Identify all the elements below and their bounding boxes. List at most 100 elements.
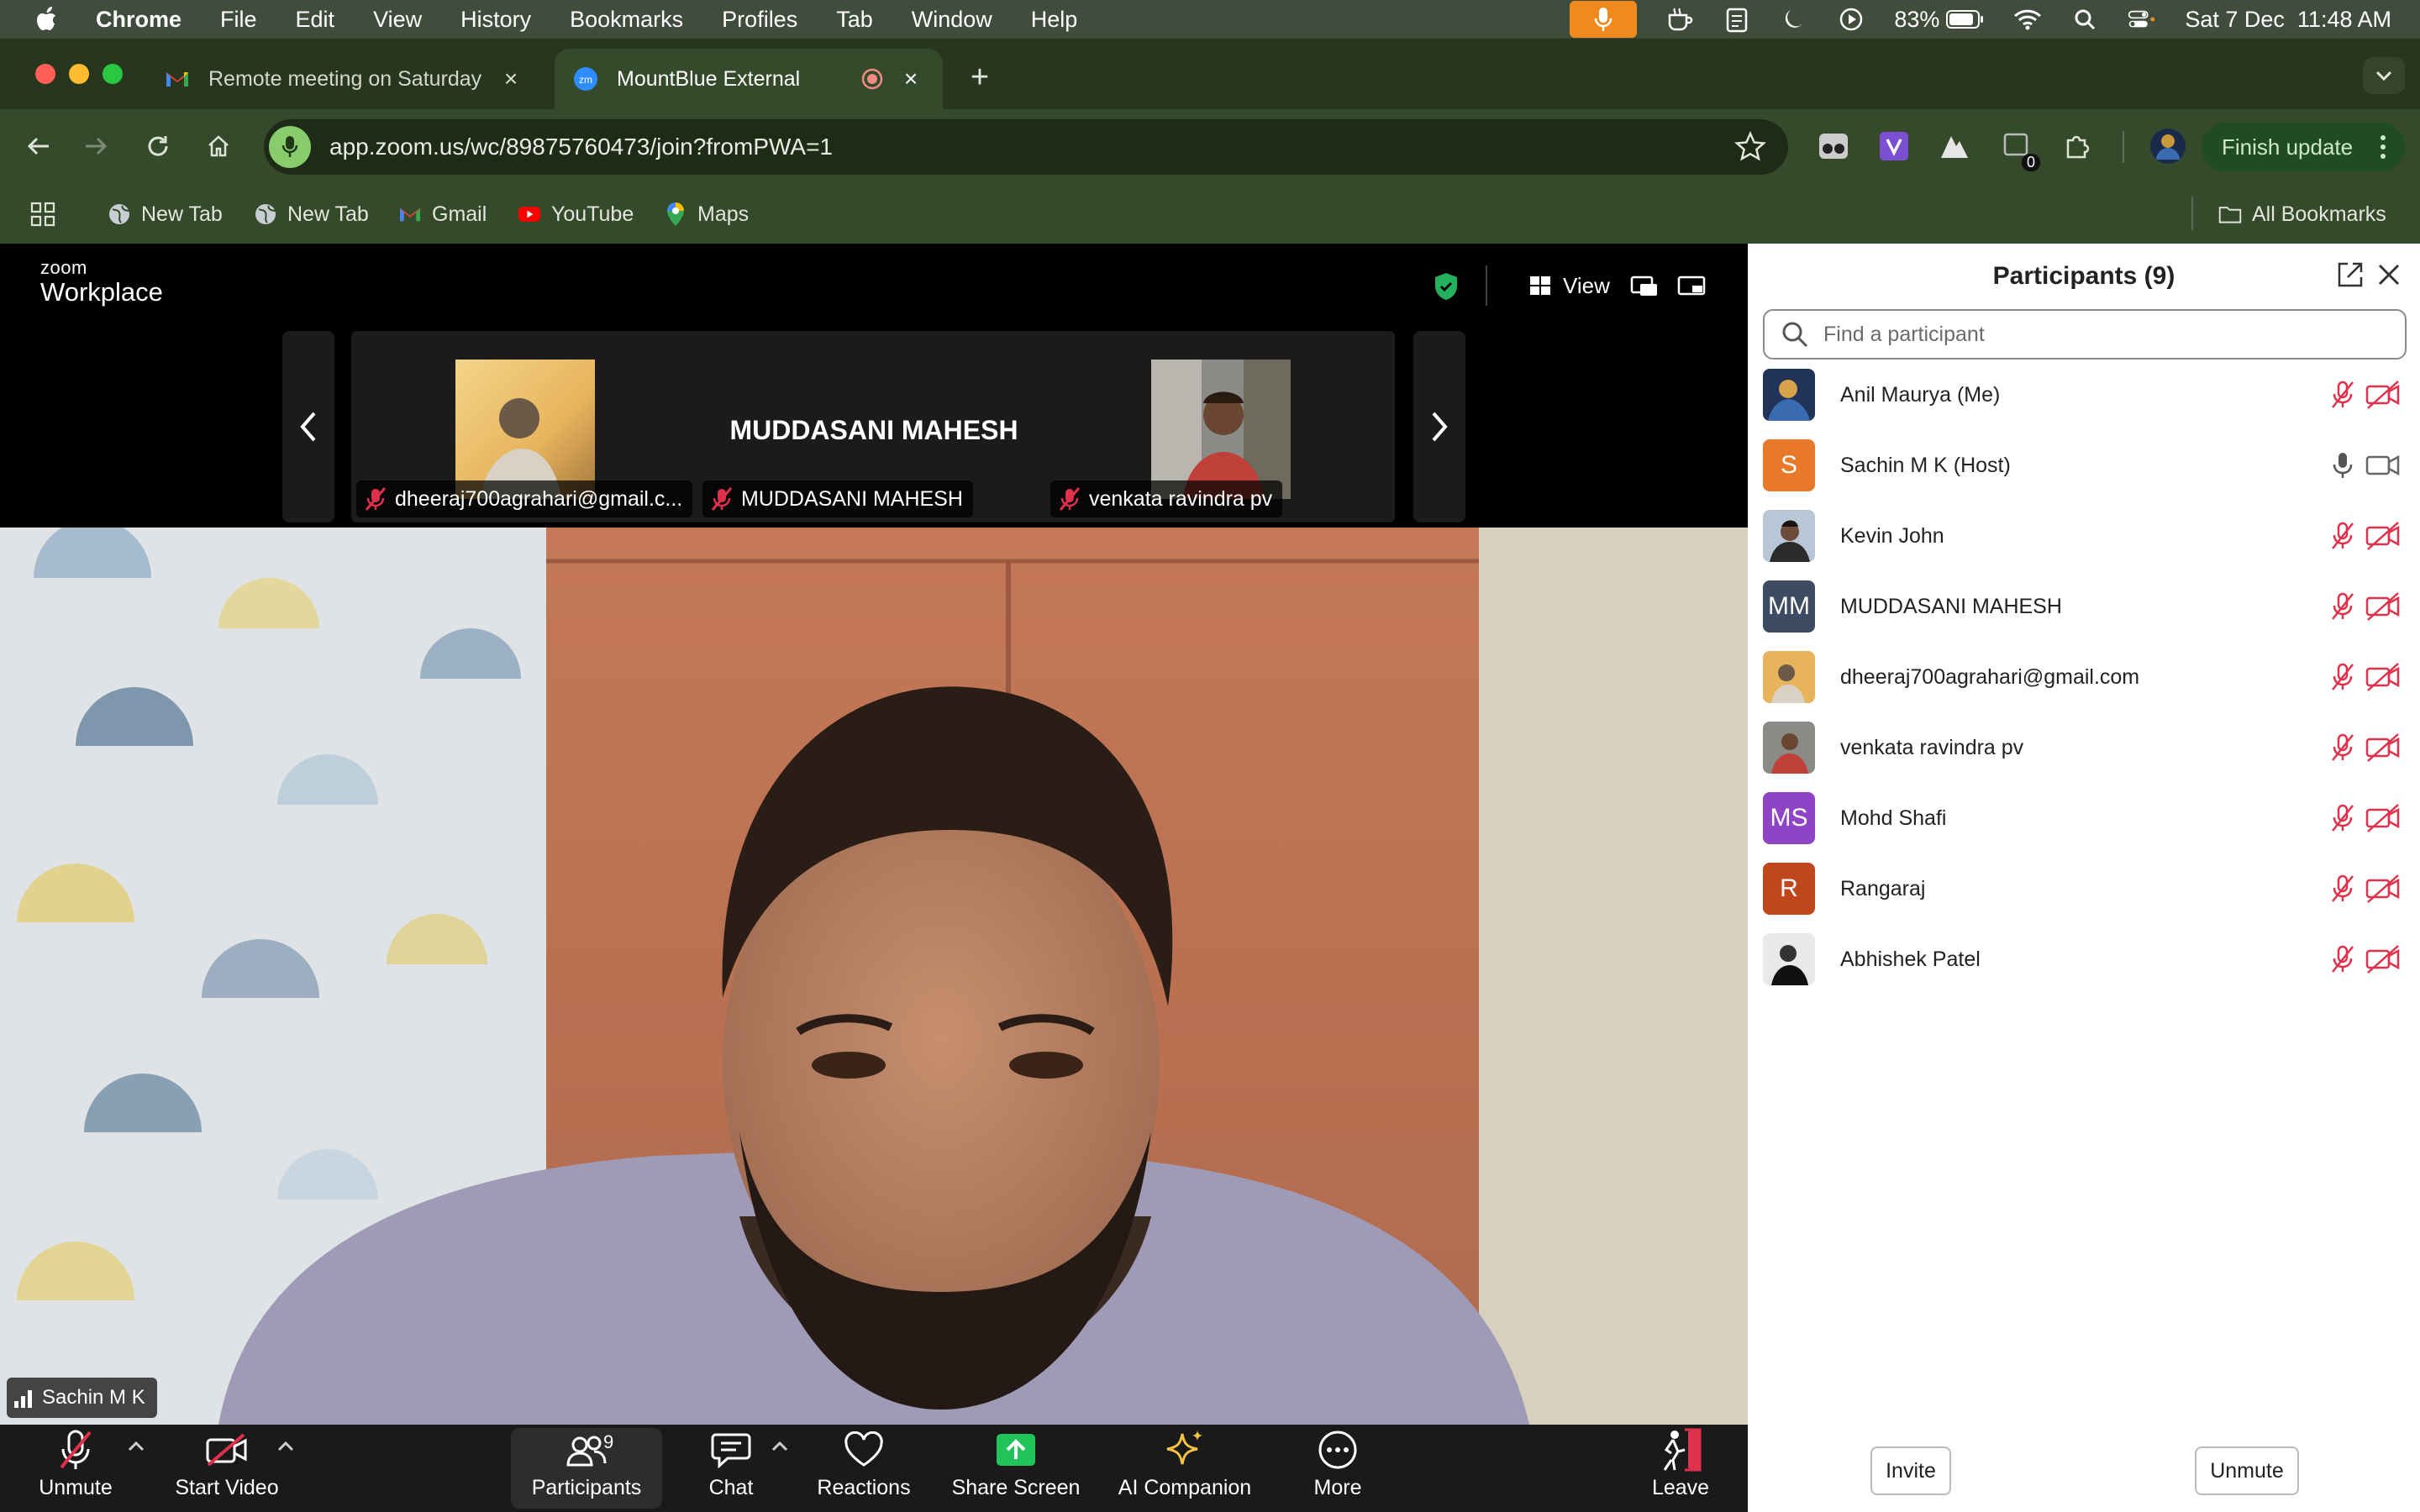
bookmark-maps[interactable]: Maps xyxy=(664,195,749,234)
find-participant-field[interactable] xyxy=(1763,309,2407,360)
mic-in-use-indicator[interactable] xyxy=(1570,1,1638,38)
tab-search-dropdown-icon[interactable] xyxy=(2363,57,2405,94)
video-off-icon[interactable] xyxy=(2365,378,2402,412)
encryption-shield-icon[interactable] xyxy=(1434,272,1459,301)
invite-button[interactable]: Invite xyxy=(1870,1446,1951,1495)
finish-update-button[interactable]: Finish update xyxy=(2202,123,2405,171)
share-screen-button[interactable]: Share Screen xyxy=(944,1428,1087,1509)
reload-icon[interactable] xyxy=(139,128,176,165)
video-off-icon[interactable] xyxy=(2365,590,2402,623)
chat-button[interactable]: Chat xyxy=(689,1428,773,1509)
muted-mic-icon[interactable] xyxy=(2326,942,2360,976)
coffee-cup-icon[interactable] xyxy=(1665,5,1694,34)
muted-mic-icon[interactable] xyxy=(2326,590,2360,623)
menu-window[interactable]: Window xyxy=(912,7,992,33)
muted-mic-icon[interactable] xyxy=(2326,872,2360,906)
menu-help[interactable]: Help xyxy=(1031,7,1078,33)
control-center-icon[interactable] xyxy=(2128,5,2156,34)
participant-row[interactable]: R Rangaraj xyxy=(1763,853,2410,924)
participant-row[interactable]: venkata ravindra pv xyxy=(1763,712,2410,783)
unmute-button[interactable]: Unmute xyxy=(25,1428,126,1509)
forward-arrow-icon[interactable] xyxy=(77,128,114,165)
clipboard-icon[interactable] xyxy=(1723,5,1751,34)
microphone-permission-icon[interactable] xyxy=(269,126,311,168)
menu-view[interactable]: View xyxy=(373,7,422,33)
participant-row[interactable]: MM MUDDASANI MAHESH xyxy=(1763,571,2410,642)
muted-mic-icon[interactable] xyxy=(2326,519,2360,553)
participant-row[interactable]: Abhishek Patel xyxy=(1763,924,2410,995)
extension-glasses-icon[interactable] xyxy=(1817,129,1850,163)
window-close-button[interactable] xyxy=(35,64,55,84)
participants-button[interactable]: Participants xyxy=(511,1428,662,1509)
video-off-icon[interactable] xyxy=(2365,731,2402,764)
spotlight-search-icon[interactable] xyxy=(2070,5,2099,34)
muted-mic-icon[interactable] xyxy=(2326,801,2360,835)
reactions-button[interactable]: Reactions xyxy=(812,1428,916,1509)
video-off-icon[interactable] xyxy=(2365,801,2402,835)
participant-row[interactable]: Kevin John xyxy=(1763,501,2410,571)
muted-mic-icon[interactable] xyxy=(2326,731,2360,764)
window-zoom-button[interactable] xyxy=(103,64,123,84)
menu-tab[interactable]: Tab xyxy=(836,7,873,33)
bookmark-gmail[interactable]: Gmail xyxy=(398,195,487,234)
start-video-button[interactable]: Start Video xyxy=(168,1428,286,1509)
address-bar[interactable]: app.zoom.us/wc/89875760473/join?fromPWA=… xyxy=(264,119,1788,175)
wifi-icon[interactable] xyxy=(2013,5,2042,34)
gallery-prev-button[interactable] xyxy=(282,331,334,522)
bookmark-youtube[interactable]: YouTube xyxy=(518,195,634,234)
tab-close-icon[interactable]: × xyxy=(899,66,923,92)
audio-options-caret-icon[interactable] xyxy=(126,1438,146,1455)
video-off-icon[interactable] xyxy=(2365,942,2402,976)
participant-row[interactable]: MS Mohd Shafi xyxy=(1763,783,2410,853)
extension-v-icon[interactable] xyxy=(1877,129,1911,163)
tab-mountblue-external[interactable]: zm MountBlue External × xyxy=(555,49,943,109)
battery-status[interactable]: 83% xyxy=(1894,7,1985,33)
ai-companion-button[interactable]: AI Companion xyxy=(1107,1428,1262,1509)
microphone-icon[interactable] xyxy=(2326,449,2360,482)
unmute-all-button[interactable]: Unmute xyxy=(2195,1446,2299,1495)
participant-row[interactable]: S Sachin M K (Host) xyxy=(1763,430,2410,501)
home-icon[interactable] xyxy=(200,128,237,165)
menu-history[interactable]: History xyxy=(460,7,531,33)
active-speaker-video[interactable] xyxy=(0,528,1748,1425)
menubar-clock[interactable]: Sat 7 Dec 11:48 AM xyxy=(2185,7,2391,33)
picture-in-picture-icon[interactable] xyxy=(1630,272,1659,301)
find-participant-input[interactable] xyxy=(1823,322,2395,347)
video-off-icon[interactable] xyxy=(2365,872,2402,906)
chat-options-caret-icon[interactable] xyxy=(770,1438,790,1455)
video-off-icon[interactable] xyxy=(2365,660,2402,694)
url-text[interactable]: app.zoom.us/wc/89875760473/join?fromPWA=… xyxy=(329,134,833,160)
video-off-icon[interactable] xyxy=(2365,519,2402,553)
back-arrow-icon[interactable] xyxy=(20,128,57,165)
tab-close-icon[interactable]: × xyxy=(499,66,523,92)
muted-mic-icon[interactable] xyxy=(2326,660,2360,694)
more-button[interactable]: More xyxy=(1299,1428,1376,1509)
menu-bookmarks[interactable]: Bookmarks xyxy=(570,7,683,33)
bookmark-new-tab-1[interactable]: New Tab xyxy=(108,195,223,234)
menu-edit[interactable]: Edit xyxy=(296,7,335,33)
apple-logo-icon[interactable] xyxy=(34,5,62,34)
participant-row[interactable]: dheeraj700agrahari@gmail.com xyxy=(1763,642,2410,712)
minimize-view-icon[interactable] xyxy=(1677,272,1706,301)
profile-avatar[interactable] xyxy=(2149,128,2186,165)
bookmark-star-icon[interactable] xyxy=(1734,131,1766,163)
participant-row[interactable]: Anil Maurya (Me) xyxy=(1763,360,2410,430)
play-circle-icon[interactable] xyxy=(1837,5,1865,34)
gallery-next-button[interactable] xyxy=(1413,331,1465,522)
pop-out-icon[interactable] xyxy=(2336,260,2365,289)
tab-gmail[interactable]: Remote meeting on Saturday × xyxy=(165,49,543,109)
menu-file[interactable]: File xyxy=(220,7,257,33)
video-options-caret-icon[interactable] xyxy=(276,1438,296,1455)
bookmark-new-tab-2[interactable]: New Tab xyxy=(254,195,369,234)
muted-mic-icon[interactable] xyxy=(2326,378,2360,412)
extensions-puzzle-icon[interactable] xyxy=(2060,129,2094,163)
apps-grid-icon[interactable] xyxy=(30,195,55,234)
moon-icon[interactable] xyxy=(1780,5,1808,34)
extension-badge-icon[interactable]: 0 xyxy=(2000,129,2040,171)
video-camera-icon[interactable] xyxy=(2365,449,2402,482)
extension-mountain-icon[interactable] xyxy=(1938,129,1971,163)
menu-app-name[interactable]: Chrome xyxy=(96,7,182,33)
close-panel-icon[interactable] xyxy=(2375,260,2403,289)
menu-profiles[interactable]: Profiles xyxy=(722,7,797,33)
all-bookmarks-button[interactable]: All Bookmarks xyxy=(2218,195,2386,234)
